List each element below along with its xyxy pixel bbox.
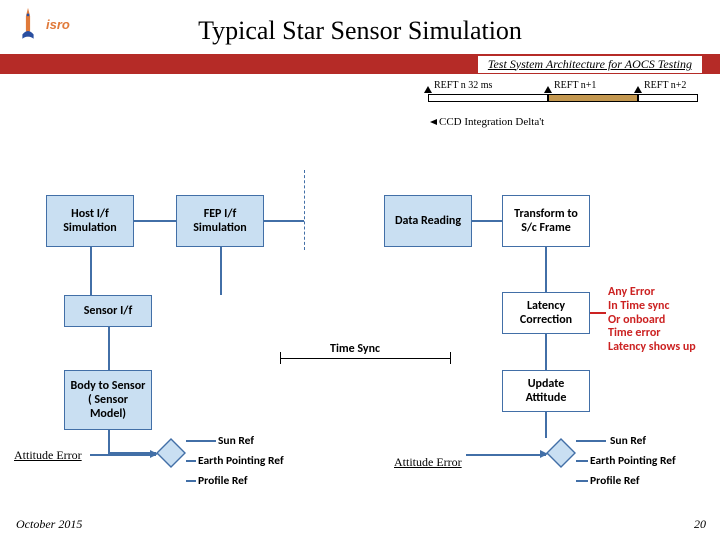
profile-ref-right: Profile Ref bbox=[590, 474, 640, 488]
latency-correction-box: Latency Correction bbox=[502, 292, 590, 334]
attitude-error-right: Attitude Error bbox=[394, 455, 462, 470]
host-if-sim-box: Host I/f Simulation bbox=[46, 195, 134, 247]
summing-junction-right bbox=[546, 438, 576, 468]
transform-box: Transform to S/c Frame bbox=[502, 195, 590, 247]
page-title: Typical Star Sensor Simulation bbox=[0, 16, 720, 46]
earth-ref-right: Earth Pointing Ref bbox=[590, 454, 676, 468]
header-bar: Test System Architecture for AOCS Testin… bbox=[0, 54, 720, 74]
reft-n1-label: REFT n+1 bbox=[554, 80, 596, 91]
footer-page: 20 bbox=[694, 517, 706, 532]
footer-date: October 2015 bbox=[16, 517, 82, 532]
timing-strip: REFT n 32 ms REFT n+1 REFT n+2 bbox=[428, 80, 708, 108]
body-to-sensor-box: Body to Sensor ( Sensor Model) bbox=[64, 370, 152, 430]
time-sync-label: Time Sync bbox=[330, 342, 380, 356]
sensor-if-box: Sensor I/f bbox=[64, 295, 152, 327]
attitude-error-left: Attitude Error bbox=[14, 448, 82, 463]
ccd-integration-label: CCD Integration Delta't bbox=[430, 116, 544, 128]
update-attitude-box: Update Attitude bbox=[502, 370, 590, 412]
fep-if-sim-box: FEP I/f Simulation bbox=[176, 195, 264, 247]
summing-junction-left bbox=[156, 438, 186, 468]
sun-ref-left: Sun Ref bbox=[218, 434, 254, 448]
reft-n2-label: REFT n+2 bbox=[644, 80, 686, 91]
data-reading-box: Data Reading bbox=[384, 195, 472, 247]
earth-ref-left: Earth Pointing Ref bbox=[198, 454, 284, 468]
sun-ref-right: Sun Ref bbox=[610, 434, 646, 448]
profile-ref-left: Profile Ref bbox=[198, 474, 248, 488]
latency-error-annotation: Any Error In Time sync Or onboard Time e… bbox=[608, 286, 718, 355]
subtitle-tab: Test System Architecture for AOCS Testin… bbox=[478, 56, 702, 73]
reft-n-label: REFT n 32 ms bbox=[434, 80, 492, 91]
